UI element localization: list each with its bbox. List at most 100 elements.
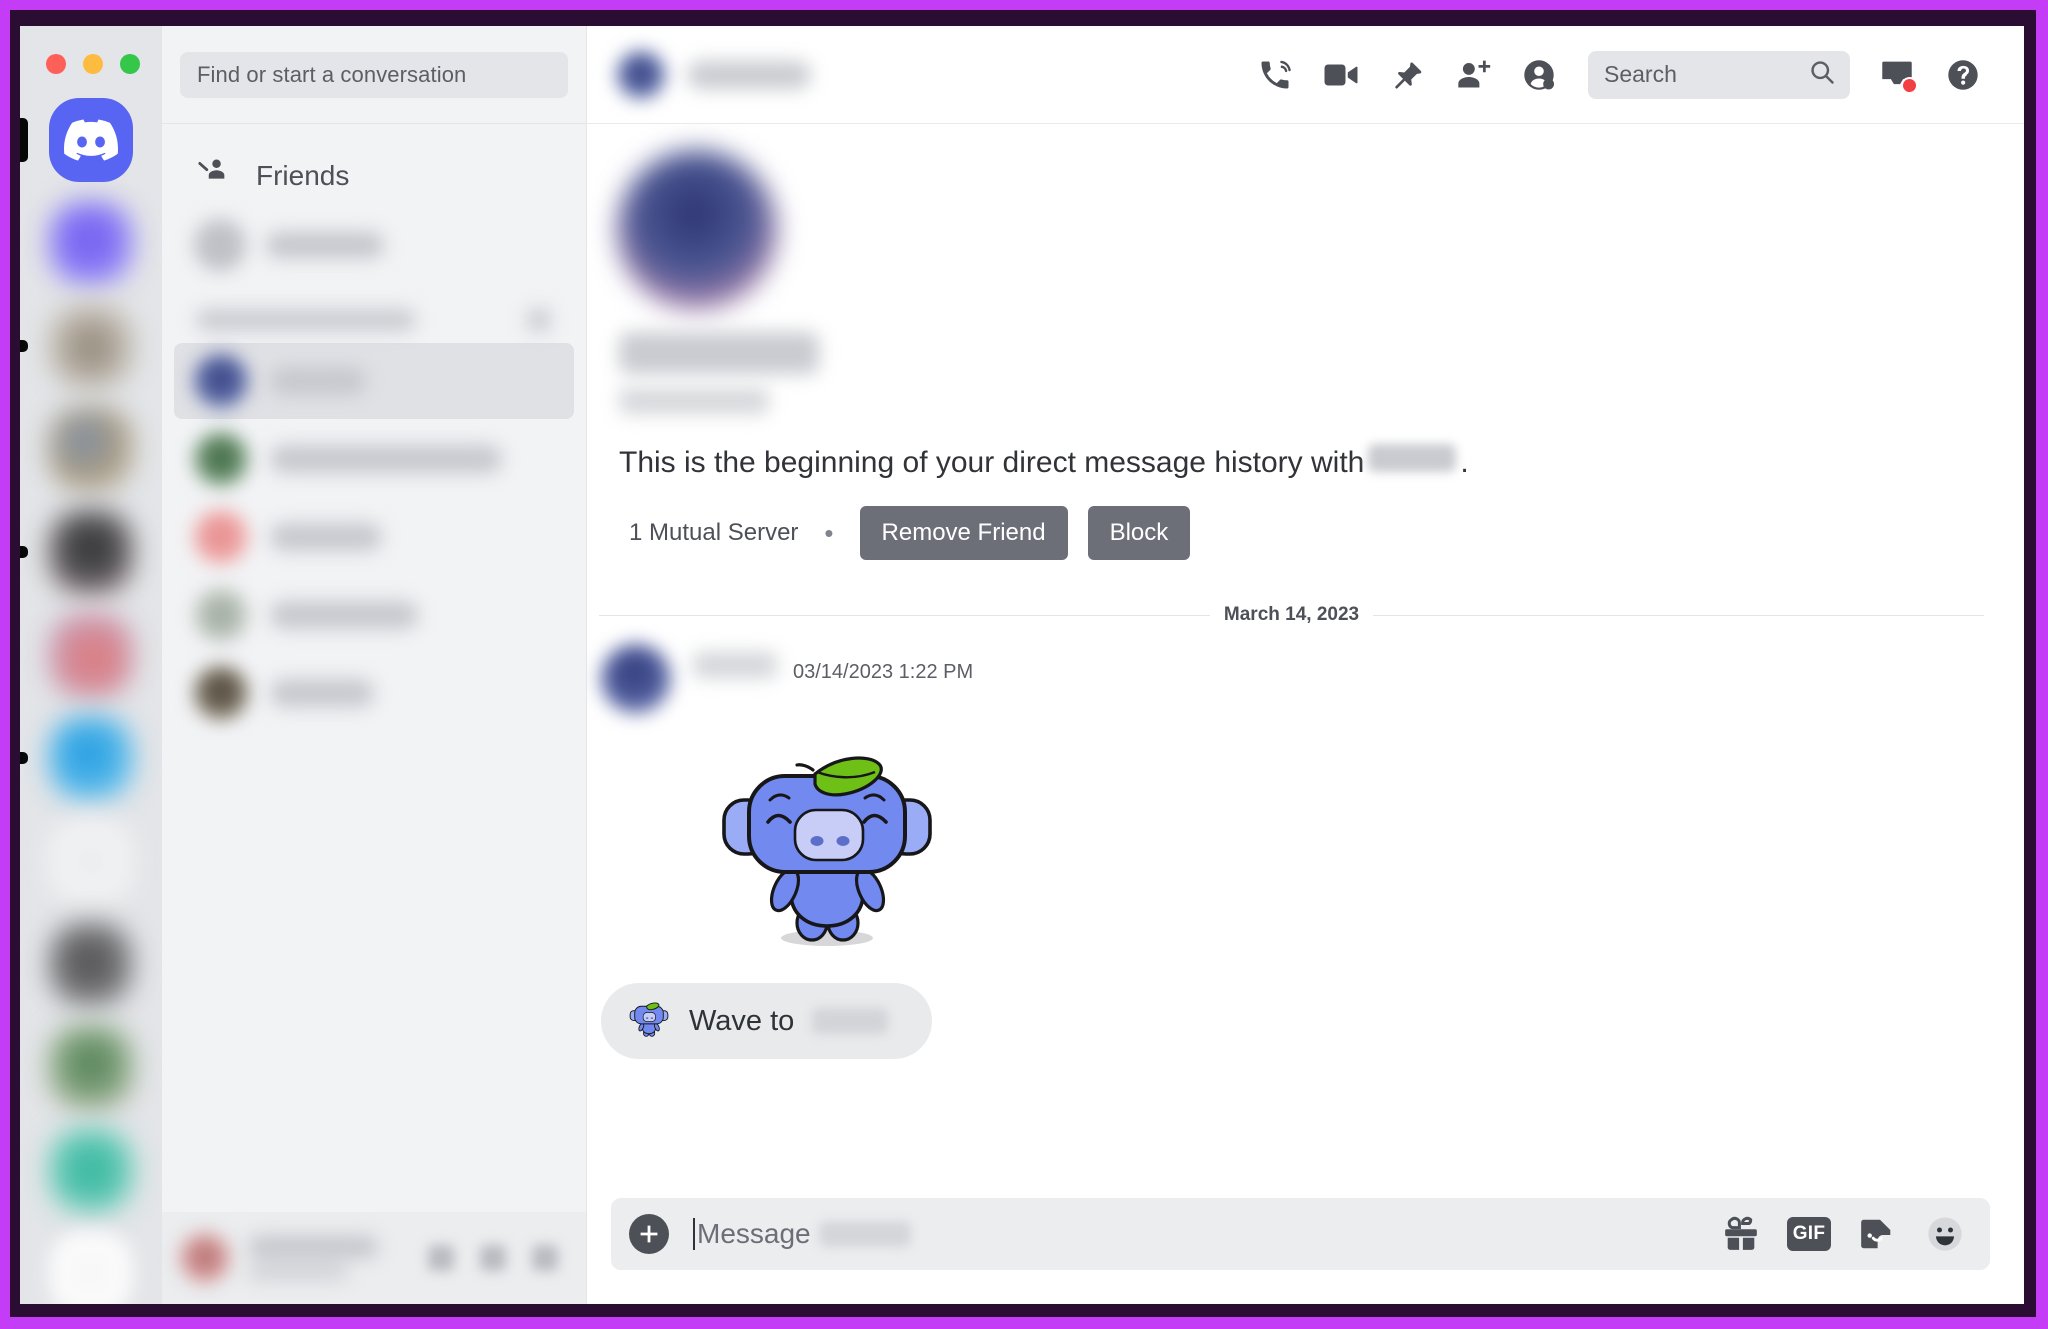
message-input[interactable]: Message	[669, 1218, 1718, 1250]
remove-friend-button[interactable]: Remove Friend	[859, 506, 1068, 560]
emoji-icon[interactable]	[1922, 1211, 1968, 1257]
find-conversation-placeholder: Find or start a conversation	[197, 61, 467, 87]
close-window-button[interactable]	[46, 54, 66, 74]
server-icon	[49, 407, 133, 491]
sidebar-item-friends[interactable]: Friends	[174, 144, 574, 207]
sidebar-item-add-server[interactable]	[49, 1231, 133, 1304]
inbox-icon[interactable]	[1864, 47, 1930, 103]
gif-label: GIF	[1787, 1217, 1831, 1251]
add-friends-to-dm-icon[interactable]	[1440, 47, 1506, 103]
avatar	[194, 354, 248, 408]
server-icon	[49, 510, 133, 594]
start-video-call-icon[interactable]	[1308, 47, 1374, 103]
message-header: 03/14/2023 1:22 PM	[693, 644, 973, 684]
user-profile-icon[interactable]	[1506, 47, 1572, 103]
wumpus-leaf-sticker[interactable]	[707, 738, 947, 953]
list-item-label	[270, 445, 502, 473]
separator-dot: •	[824, 517, 834, 548]
dm-sidebar: Find or start a conversation Friends	[162, 26, 587, 1304]
search-input[interactable]: Search	[1588, 50, 1850, 99]
gift-icon[interactable]	[1718, 1211, 1764, 1257]
nitro-icon	[194, 219, 246, 271]
sidebar-item-server-1[interactable]	[49, 201, 133, 285]
sidebar-item-server-5[interactable]	[49, 613, 133, 697]
list-item-label	[270, 523, 382, 551]
sidebar-item-server-6[interactable]	[20, 716, 133, 800]
unread-pill	[20, 752, 28, 764]
sidebar-item-home[interactable]	[20, 98, 133, 182]
message-author[interactable]	[693, 652, 777, 678]
message-target-redacted	[818, 1221, 911, 1247]
list-item-label	[270, 679, 374, 707]
screenshot-border: Find or start a conversation Friends Sea…	[0, 0, 2048, 1329]
divider-line-left	[599, 614, 1210, 616]
sidebar-item-server-2[interactable]	[20, 304, 133, 388]
find-conversation-input[interactable]: Find or start a conversation	[180, 51, 568, 98]
list-item[interactable]	[174, 343, 574, 419]
list-item[interactable]	[174, 577, 574, 653]
server-icon	[49, 1128, 133, 1212]
header-actions: Search	[1242, 47, 1996, 103]
settings-icon[interactable]	[532, 1245, 558, 1271]
avatar	[617, 150, 777, 310]
user-panel-controls[interactable]	[428, 1245, 568, 1271]
sidebar-item-nitro[interactable]	[162, 207, 586, 283]
dm-section-title	[196, 309, 416, 331]
sidebar-item-server-7[interactable]	[49, 819, 133, 903]
sidebar-item-server-4[interactable]	[20, 510, 133, 594]
list-item[interactable]	[174, 499, 574, 575]
sidebar-item-server-3[interactable]	[49, 407, 133, 491]
wave-button[interactable]: Wave to	[601, 983, 933, 1059]
minimize-window-button[interactable]	[83, 54, 103, 74]
divider-line-right	[1373, 614, 1985, 616]
date-divider-label: March 14, 2023	[1223, 604, 1360, 625]
plus-icon[interactable]	[629, 1214, 669, 1254]
sticker-icon[interactable]	[1854, 1211, 1900, 1257]
dm-intro-prefix: This is the beginning of your direct mes…	[619, 446, 1365, 479]
server-icon	[49, 716, 133, 800]
dm-sidebar-body: Friends	[162, 124, 586, 1212]
mutual-servers-label[interactable]: 1 Mutual Server	[617, 519, 798, 547]
search-icon	[1808, 58, 1836, 91]
sidebar-item-friends-label: Friends	[256, 159, 350, 191]
help-icon[interactable]	[1930, 47, 1996, 103]
sidebar-item-server-9[interactable]	[49, 1025, 133, 1109]
gif-icon[interactable]: GIF	[1786, 1211, 1832, 1257]
avatar[interactable]	[180, 1233, 230, 1283]
zoom-window-button[interactable]	[120, 54, 140, 74]
user-panel-name[interactable]	[248, 1236, 410, 1280]
list-item[interactable]	[174, 655, 574, 731]
text-caret	[693, 1218, 695, 1250]
create-dm-icon[interactable]	[528, 309, 550, 331]
page-title	[687, 60, 811, 89]
headset-icon[interactable]	[480, 1245, 506, 1271]
user-panel	[162, 1212, 586, 1304]
message-timestamp: 03/14/2023 1:22 PM	[793, 661, 974, 683]
unread-pill	[20, 546, 28, 558]
avatar	[194, 432, 248, 486]
message-composer[interactable]: Message GIF	[611, 1198, 1990, 1270]
dm-actions-row: 1 Mutual Server • Remove Friend Block	[617, 506, 1984, 560]
pinned-messages-icon[interactable]	[1374, 47, 1440, 103]
list-item[interactable]	[174, 421, 574, 497]
window-backdrop: Find or start a conversation Friends Sea…	[10, 10, 2036, 1317]
sidebar-item-server-10[interactable]	[49, 1128, 133, 1212]
window-traffic-lights[interactable]	[46, 54, 140, 74]
message-content: 03/14/2023 1:22 PM	[693, 644, 973, 714]
sidebar-item-server-8[interactable]	[49, 922, 133, 1006]
avatar[interactable]	[601, 644, 671, 714]
avatar	[194, 666, 248, 720]
mic-icon[interactable]	[428, 1245, 454, 1271]
list-item-label	[270, 367, 366, 395]
block-button[interactable]: Block	[1087, 506, 1191, 560]
message-scroll-area[interactable]: This is the beginning of your direct mes…	[587, 124, 2024, 1182]
avatar	[194, 588, 248, 642]
discord-home-icon	[49, 98, 133, 182]
server-icon	[49, 819, 133, 903]
server-icon	[49, 201, 133, 285]
dm-intro-text: This is the beginning of your direct mes…	[619, 444, 1984, 480]
start-voice-call-icon[interactable]	[1242, 47, 1308, 103]
message-placeholder: Message	[697, 1218, 811, 1249]
dm-section-header	[162, 283, 586, 341]
channel-header: Search	[587, 26, 2024, 124]
